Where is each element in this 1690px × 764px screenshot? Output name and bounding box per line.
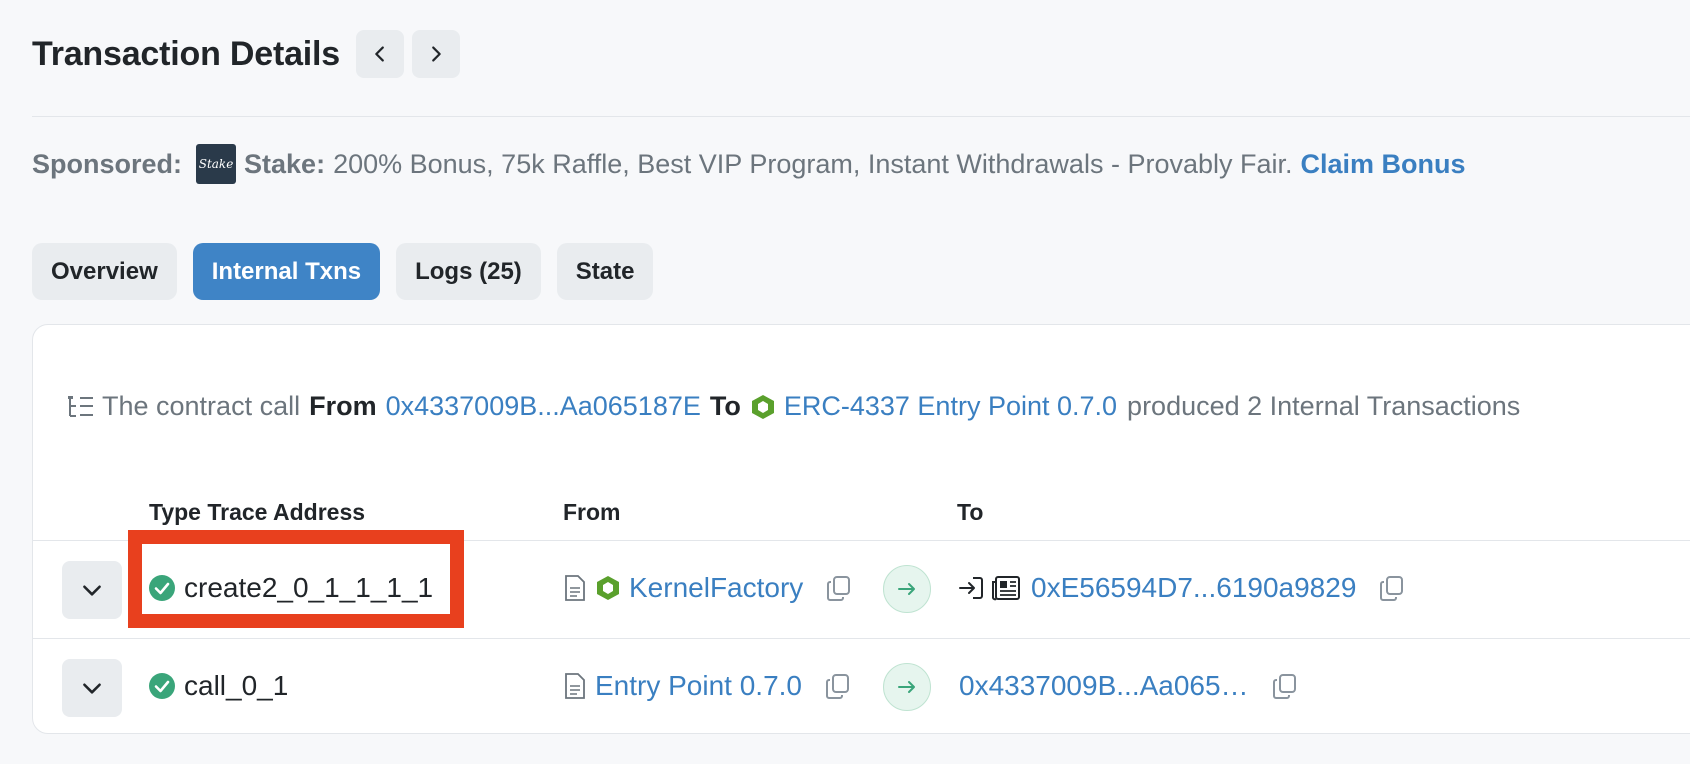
page-header: Transaction Details <box>32 30 460 78</box>
chevron-right-icon <box>432 46 441 62</box>
sign-in-icon <box>959 577 983 599</box>
from-cell: KernelFactory <box>563 572 853 604</box>
from-cell: Entry Point 0.7.0 <box>563 670 852 702</box>
from-link[interactable]: KernelFactory <box>629 572 803 604</box>
newspaper-icon <box>992 576 1020 601</box>
table-row: create2_0_1_1_1_1 KernelFactory 0xE56594… <box>33 540 1690 638</box>
arrow-right-icon <box>898 583 915 595</box>
success-check-icon <box>149 673 175 699</box>
page-title: Transaction Details <box>32 34 340 73</box>
table-header: Type Trace Address From To <box>33 485 1690 541</box>
summary-to-name[interactable]: ERC-4337 Entry Point 0.7.0 <box>784 391 1117 422</box>
summary-to-label: To <box>709 391 741 421</box>
expand-row-button[interactable] <box>62 659 122 717</box>
copy-icon[interactable] <box>824 672 852 700</box>
to-link[interactable]: 0xE56594D7...6190a9829 <box>1031 572 1356 604</box>
type-cell: create2_0_1_1_1_1 <box>148 572 433 604</box>
claim-bonus-link[interactable]: Claim Bonus <box>1301 149 1466 180</box>
sponsor-text: 200% Bonus, 75k Raffle, Best VIP Program… <box>333 148 1293 179</box>
contract-file-icon <box>565 673 585 699</box>
expand-row-button[interactable] <box>62 561 122 619</box>
prev-button[interactable] <box>355 30 404 78</box>
summary-suffix: produced 2 Internal Transactions <box>1127 391 1521 421</box>
summary-line: The contract call From 0x4337009B...Aa06… <box>66 391 1520 422</box>
page: Transaction Details Sponsored: Stake Sta… <box>0 0 1690 764</box>
tab-bar: Overview Internal Txns Logs (25) State <box>32 243 669 300</box>
summary-from-label: From <box>309 391 377 421</box>
to-cell: 0x4337009B...Aa065… <box>959 670 1299 702</box>
header-type: Type Trace Address <box>149 499 366 525</box>
summary-prefix: The contract call <box>102 391 301 421</box>
copy-icon[interactable] <box>1378 574 1406 602</box>
tab-logs[interactable]: Logs (25) <box>396 243 541 300</box>
stake-logo: Stake <box>196 144 237 184</box>
tab-state[interactable]: State <box>556 243 654 300</box>
to-cell: 0xE56594D7...6190a9829 <box>957 572 1406 604</box>
to-link[interactable]: 0x4337009B...Aa065… <box>959 670 1249 702</box>
next-button[interactable] <box>411 30 460 78</box>
direction-arrow <box>883 565 931 613</box>
table-row: call_0_1 Entry Point 0.7.0 0x4337009B...… <box>33 638 1690 736</box>
chevron-down-icon <box>83 585 101 596</box>
header-to: To <box>957 499 984 525</box>
contract-hex-icon <box>597 576 619 600</box>
direction-arrow <box>883 663 931 711</box>
tab-internal-txns[interactable]: Internal Txns <box>192 243 381 300</box>
tab-overview[interactable]: Overview <box>32 243 177 300</box>
summary-from-address[interactable]: 0x4337009B...Aa065187E <box>386 391 701 422</box>
type-cell: call_0_1 <box>148 670 288 702</box>
chevron-down-icon <box>83 683 101 694</box>
header-from: From <box>563 499 621 525</box>
trace-type: call_0_1 <box>184 670 289 701</box>
contract-file-icon <box>565 575 585 601</box>
success-check-icon <box>149 575 175 601</box>
chevron-left-icon <box>375 46 384 62</box>
stake-logo-text: Stake <box>198 157 234 171</box>
sponsor-brand: Stake: <box>244 148 326 179</box>
contract-hex-icon <box>751 394 774 419</box>
copy-icon[interactable] <box>825 574 853 602</box>
tree-list-icon <box>68 395 93 417</box>
from-link[interactable]: Entry Point 0.7.0 <box>595 670 802 702</box>
sponsored-label: Sponsored: <box>32 148 183 179</box>
copy-icon[interactable] <box>1271 672 1299 700</box>
sponsored-banner: Sponsored: Stake Stake: 200% Bonus, 75k … <box>32 144 1466 184</box>
trace-type: create2_0_1_1_1_1 <box>184 572 434 603</box>
internal-txns-card: The contract call From 0x4337009B...Aa06… <box>32 324 1690 734</box>
header-divider <box>32 116 1690 117</box>
arrow-right-icon <box>898 681 915 693</box>
